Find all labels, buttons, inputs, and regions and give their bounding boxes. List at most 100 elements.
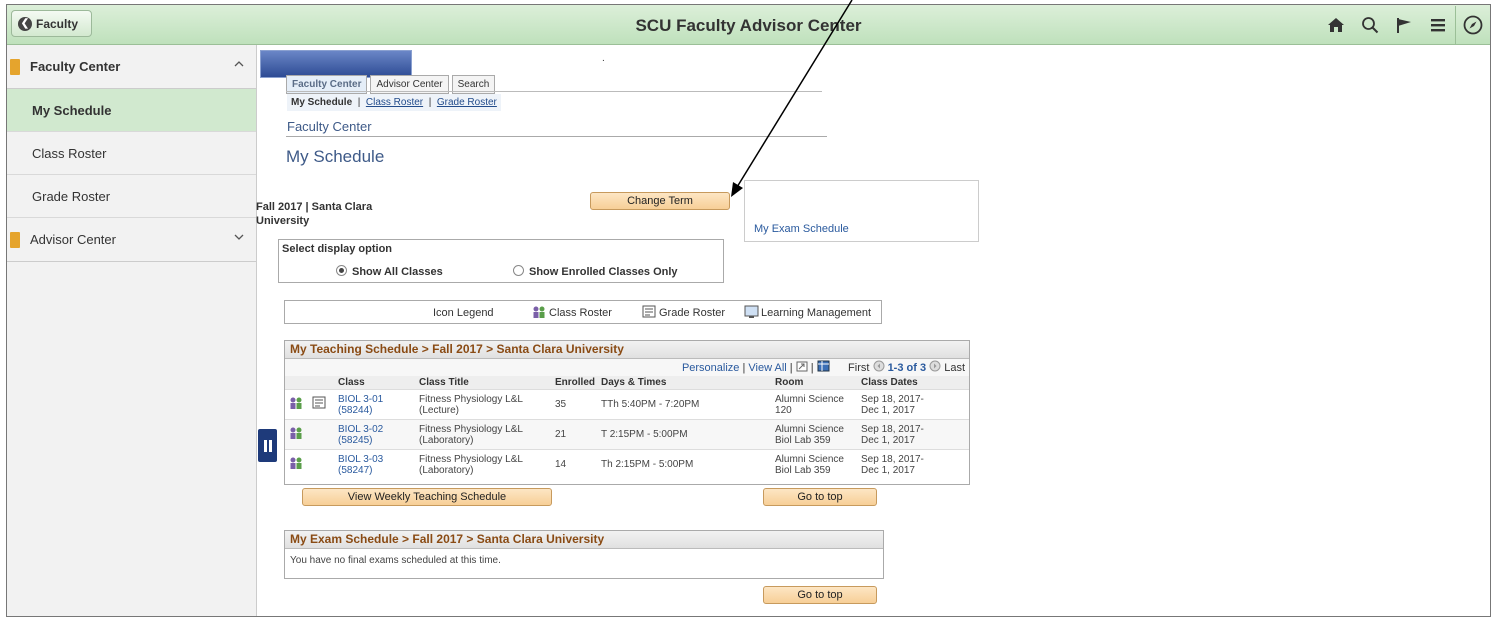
sidebar-item-my-schedule[interactable]: My Schedule	[7, 89, 256, 132]
app-frame: ❮ Faculty SCU Faculty Advisor Center Fac…	[6, 4, 1491, 617]
class-link[interactable]: BIOL 3-01	[338, 394, 383, 405]
learning-management-icon	[744, 305, 759, 322]
enrolled-count: 14	[552, 449, 599, 479]
chevron-down-icon	[234, 234, 244, 240]
class-dates-start: Sep 18, 2017-	[861, 453, 924, 465]
legend-grade-roster: Grade Roster	[659, 307, 726, 319]
download-icon[interactable]	[817, 360, 830, 375]
search-icon[interactable]	[1353, 6, 1387, 44]
column-header: Room	[772, 376, 859, 390]
top-banner: ❮ Faculty SCU Faculty Advisor Center	[7, 5, 1490, 45]
radio-label: Show All Classes	[352, 266, 443, 278]
class-dates-end: Dec 1, 2017	[861, 464, 915, 476]
radio-selected-icon	[336, 265, 347, 276]
personalize-link[interactable]: Personalize	[682, 362, 739, 374]
view-weekly-schedule-button[interactable]: View Weekly Teaching Schedule	[302, 488, 552, 506]
sidebar-item-class-roster[interactable]: Class Roster	[7, 132, 256, 175]
sidebar: Faculty Center My Schedule Class Roster …	[7, 45, 257, 616]
class-number-link[interactable]: (58247)	[338, 465, 372, 476]
class-type: (Laboratory)	[419, 434, 474, 446]
go-to-top-button[interactable]: Go to top	[763, 586, 877, 604]
icon-legend: Icon Legend Class Roster Grade Roster Le…	[284, 300, 882, 324]
days-times: Th 2:15PM - 5:00PM	[598, 449, 773, 479]
class-dates-start: Sep 18, 2017-	[861, 393, 924, 405]
class-roster-icon[interactable]	[288, 397, 304, 413]
class-dates-end: Dec 1, 2017	[861, 434, 915, 446]
nav-icon-bar	[1319, 5, 1490, 44]
legend-learning-management: Learning Management	[761, 307, 872, 319]
first-label[interactable]: First	[848, 362, 869, 374]
term-label: Fall 2017 | Santa Clara University	[256, 200, 386, 228]
zoom-icon[interactable]	[796, 361, 808, 375]
flag-icon[interactable]	[1387, 6, 1421, 44]
change-term-button[interactable]: Change Term	[590, 192, 730, 210]
class-link[interactable]: BIOL 3-03	[338, 454, 383, 465]
column-header: Enrolled	[552, 376, 599, 390]
legend-class-roster: Class Roster	[549, 307, 612, 319]
room-number: Biol Lab 359	[775, 464, 831, 476]
grade-roster-icon	[642, 305, 657, 322]
room: Alumni Science	[775, 393, 844, 405]
exam-message: You have no final exams scheduled at thi…	[290, 555, 501, 566]
sidebar-group-faculty-center[interactable]: Faculty Center	[7, 45, 256, 89]
legend-title: Icon Legend	[433, 307, 494, 319]
exam-schedule-grid: My Exam Schedule > Fall 2017 > Santa Cla…	[284, 530, 884, 579]
home-icon[interactable]	[1319, 6, 1353, 44]
class-dates-start: Sep 18, 2017-	[861, 423, 924, 435]
sidebar-group-advisor-center[interactable]: Advisor Center	[7, 218, 256, 262]
room-number: Biol Lab 359	[775, 434, 831, 446]
show-enrolled-only-radio[interactable]: Show Enrolled Classes Only	[513, 265, 678, 278]
table-row: BIOL 3-03 (58247) Fitness Physiology L&L(…	[285, 449, 969, 479]
term-line-1: Fall 2017 | Santa Clara	[256, 201, 373, 213]
my-exam-schedule-link[interactable]: My Exam Schedule	[754, 223, 849, 235]
page-banner-title: SCU Faculty Advisor Center	[635, 16, 862, 35]
collapse-sidebar-button[interactable]	[258, 429, 277, 462]
compass-icon[interactable]	[1455, 5, 1490, 44]
last-label[interactable]: Last	[944, 362, 965, 374]
class-roster-icon	[531, 305, 547, 322]
subnav-current: My Schedule	[291, 97, 353, 108]
subnav-class-roster-link[interactable]: Class Roster	[366, 97, 423, 108]
enrolled-count: 21	[552, 419, 599, 450]
view-all-link[interactable]: View All	[748, 362, 786, 374]
redacted-header-bar	[260, 50, 412, 78]
class-title: Fitness Physiology L&L	[419, 453, 523, 465]
grade-roster-icon[interactable]	[312, 396, 327, 413]
folder-icon	[10, 231, 20, 248]
room: Alumni Science	[775, 423, 844, 435]
class-roster-icon[interactable]	[288, 457, 304, 473]
schedule-table: Class Class Title Enrolled Days & Times …	[285, 376, 969, 479]
sidebar-item-label: My Schedule	[32, 102, 112, 118]
table-row: BIOL 3-02 (58245) Fitness Physiology L&L(…	[285, 419, 969, 450]
teaching-schedule-grid: My Teaching Schedule > Fall 2017 > Santa…	[284, 340, 970, 485]
class-title: Fitness Physiology L&L	[419, 393, 523, 405]
grid-title: My Teaching Schedule > Fall 2017 > Santa…	[285, 341, 969, 359]
class-number-link[interactable]: (58245)	[338, 435, 372, 446]
section-label: Faculty Center	[287, 119, 372, 134]
class-number-link[interactable]: (58244)	[338, 405, 372, 416]
go-to-top-button[interactable]: Go to top	[763, 488, 877, 506]
section-divider	[286, 136, 827, 137]
room: Alumni Science	[775, 453, 844, 465]
tab-divider	[286, 91, 822, 92]
subnav-separator: |	[357, 97, 361, 108]
class-roster-icon[interactable]	[288, 427, 304, 443]
subnav-grade-roster-link[interactable]: Grade Roster	[437, 97, 497, 108]
display-option-label: Select display option	[282, 243, 393, 255]
menu-icon[interactable]	[1421, 6, 1455, 44]
grid-navigation: Personalize | View All | | First 1-3 of …	[285, 359, 969, 376]
next-icon[interactable]	[929, 360, 941, 375]
enrolled-count: 35	[552, 389, 599, 420]
sidebar-item-grade-roster[interactable]: Grade Roster	[7, 175, 256, 218]
show-all-classes-radio[interactable]: Show All Classes	[336, 265, 443, 278]
sidebar-group-label: Faculty Center	[30, 59, 121, 74]
class-title: Fitness Physiology L&L	[419, 423, 523, 435]
radio-unselected-icon	[513, 265, 524, 276]
table-row: BIOL 3-01 (58244) Fitness Physiology L&L(…	[285, 389, 969, 420]
class-link[interactable]: BIOL 3-02	[338, 424, 383, 435]
previous-icon[interactable]	[873, 360, 885, 375]
page-title: My Schedule	[286, 147, 385, 166]
page-range: 1-3 of 3	[887, 361, 927, 374]
subnav-separator: |	[428, 97, 432, 108]
column-header: Class Title	[416, 376, 552, 390]
